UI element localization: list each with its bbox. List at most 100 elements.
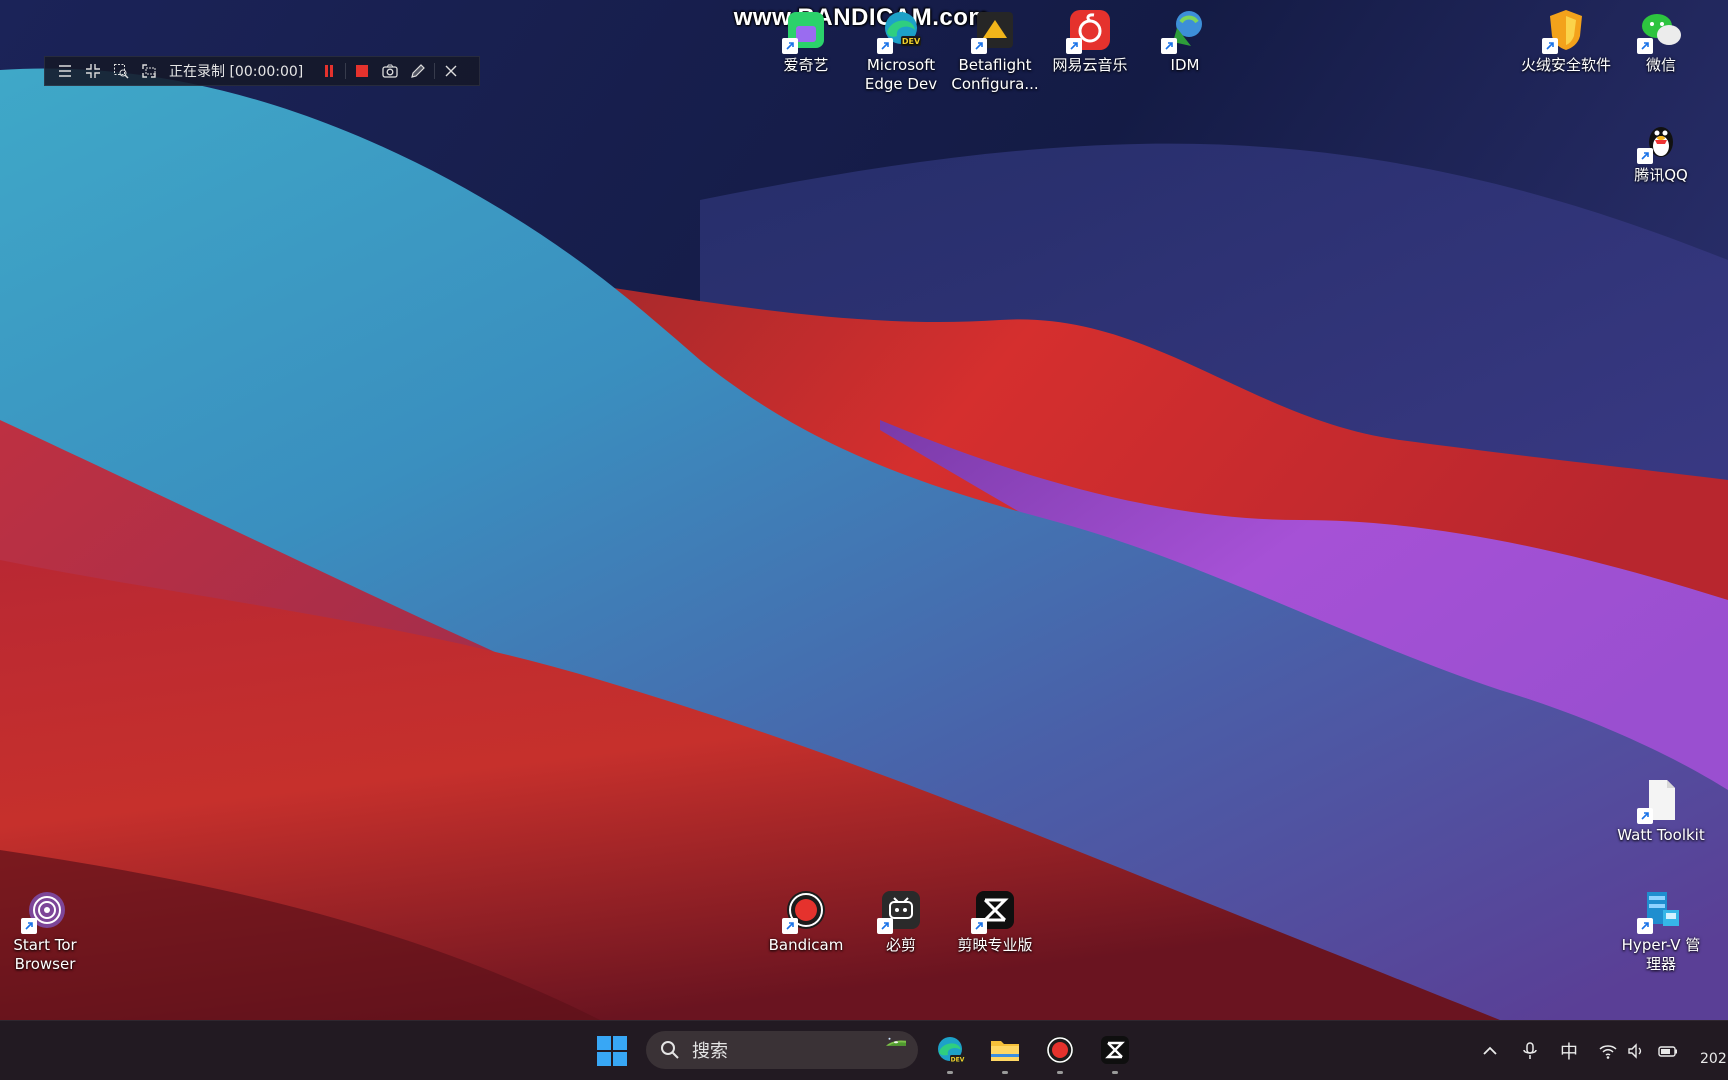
collapse-icon xyxy=(86,64,100,78)
bandicam-icon xyxy=(782,888,828,934)
desktop-icon-jianying[interactable]: 剪映专业版 xyxy=(950,888,1040,955)
taskbar-search[interactable]: 搜索 xyxy=(646,1031,918,1069)
pause-button[interactable] xyxy=(315,57,343,85)
shortcut-arrow-icon xyxy=(782,918,798,934)
file-icon xyxy=(1637,778,1683,824)
running-indicator xyxy=(1002,1071,1008,1074)
shortcut-arrow-icon xyxy=(1637,808,1653,824)
show-hidden-icons-button[interactable] xyxy=(1480,1039,1500,1063)
desktop-icon-label: IDM xyxy=(1170,56,1200,74)
battery-icon xyxy=(1658,1046,1677,1057)
desktop-icon-tor[interactable]: Start Tor Browser xyxy=(0,888,90,974)
shortcut-arrow-icon xyxy=(877,918,893,934)
shortcut-arrow-icon xyxy=(877,38,893,54)
svg-text:DEV: DEV xyxy=(902,37,921,46)
shield-icon xyxy=(1542,8,1588,54)
shortcut-arrow-icon xyxy=(1637,148,1653,164)
running-indicator xyxy=(947,1071,953,1074)
taskbar-bandicam[interactable] xyxy=(1042,1032,1078,1074)
shortcut-arrow-icon xyxy=(21,918,37,934)
stop-button[interactable] xyxy=(348,57,376,85)
desktop-icon-label: Microsoft Edge Dev xyxy=(864,56,938,93)
draw-button[interactable] xyxy=(404,57,432,85)
pencil-icon xyxy=(411,64,426,78)
wifi-icon xyxy=(1599,1045,1617,1059)
taskbar-edge-dev[interactable]: DEV xyxy=(932,1032,968,1074)
desktop-icon-label: 网易云音乐 xyxy=(1052,56,1128,74)
desktop-icon-label: Start Tor Browser xyxy=(13,936,77,973)
bandicam-icon xyxy=(1046,1036,1074,1064)
idm-icon xyxy=(1161,8,1207,54)
taskbar-file-explorer[interactable] xyxy=(987,1032,1023,1074)
pause-icon xyxy=(325,65,334,77)
desktop-icon-betaflight[interactable]: Betaflight Configura... xyxy=(950,8,1040,94)
tor-onion-icon xyxy=(21,888,67,934)
taskbar-clock[interactable]: 202 xyxy=(1700,1051,1727,1067)
edge-dev-icon: DEV xyxy=(938,1037,965,1064)
taskbar-jianying[interactable] xyxy=(1097,1032,1133,1074)
jianying-icon xyxy=(971,888,1017,934)
battery-button[interactable] xyxy=(1658,1039,1678,1063)
shortcut-arrow-icon xyxy=(971,918,987,934)
iqiyi-icon xyxy=(782,8,828,54)
desktop-icon-label: 必剪 xyxy=(885,936,916,954)
shortcut-arrow-icon xyxy=(1066,38,1082,54)
hyperv-icon xyxy=(1637,888,1683,934)
close-toolbar-button[interactable] xyxy=(437,57,465,85)
resize-area-button[interactable] xyxy=(135,57,163,85)
shortcut-arrow-icon xyxy=(1637,38,1653,54)
desktop-icon-wechat[interactable]: 微信 xyxy=(1616,8,1706,75)
menu-icon xyxy=(59,65,71,77)
shortcut-arrow-icon xyxy=(971,38,987,54)
desktop-icon-label: Bandicam xyxy=(768,936,844,954)
folder-icon xyxy=(991,1041,1019,1061)
qq-penguin-icon xyxy=(1637,118,1683,164)
desktop-icon-label: 腾讯QQ xyxy=(1634,166,1688,184)
desktop-icon-label: 爱奇艺 xyxy=(783,56,829,74)
toolbar-separator xyxy=(434,63,436,79)
desktop-icon-edge-dev[interactable]: DEV Microsoft Edge Dev xyxy=(856,8,946,94)
shortcut-arrow-icon xyxy=(782,38,798,54)
start-button[interactable] xyxy=(596,1035,628,1067)
desktop-icon-label: Betaflight Configura... xyxy=(951,56,1039,93)
shortcut-arrow-icon xyxy=(1161,38,1177,54)
input-method-indicator[interactable]: 中 xyxy=(1560,1039,1578,1063)
volume-button[interactable] xyxy=(1626,1039,1646,1063)
desktop-icon-qq[interactable]: 腾讯QQ xyxy=(1616,118,1706,185)
camera-icon xyxy=(382,64,398,78)
collapse-button[interactable] xyxy=(79,57,107,85)
toolbar-separator xyxy=(345,63,347,79)
search-area-icon xyxy=(114,64,129,79)
svg-text:DEV: DEV xyxy=(951,1057,965,1064)
search-icon xyxy=(661,1041,679,1059)
desktop-icon-huorong[interactable]: 火绒安全软件 xyxy=(1521,8,1611,75)
desktop-icon-idm[interactable]: IDM xyxy=(1140,8,1230,75)
screenshot-button[interactable] xyxy=(376,57,404,85)
desktop-icon-label: Watt Toolkit xyxy=(1617,826,1705,844)
desktop-icon-bandicam[interactable]: Bandicam xyxy=(761,888,851,955)
microphone-button[interactable] xyxy=(1520,1039,1540,1063)
desktop-icon-bijian[interactable]: 必剪 xyxy=(856,888,946,955)
shortcut-arrow-icon xyxy=(1637,918,1653,934)
windows-logo-icon xyxy=(597,1036,627,1066)
betaflight-icon xyxy=(971,8,1017,54)
recording-status: 正在录制 [00:00:00] xyxy=(169,64,304,80)
desktop-icon-label: Hyper-V 管 理器 xyxy=(1621,936,1701,973)
microphone-icon xyxy=(1523,1042,1537,1059)
desktop-icon-label: 微信 xyxy=(1645,56,1676,74)
recording-toolbar: 正在录制 [00:00:00] xyxy=(44,56,480,86)
desktop-icon-netease-music[interactable]: 网易云音乐 xyxy=(1045,8,1135,75)
close-icon xyxy=(445,65,457,77)
netease-music-icon xyxy=(1066,8,1112,54)
search-placeholder: 搜索 xyxy=(692,1041,728,1062)
wechat-icon xyxy=(1637,8,1683,54)
desktop-icon-iqiyi[interactable]: 爱奇艺 xyxy=(761,8,851,75)
chevron-up-icon xyxy=(1483,1046,1497,1055)
desktop-icon-watt-toolkit[interactable]: Watt Toolkit xyxy=(1616,778,1706,845)
network-button[interactable] xyxy=(1598,1039,1618,1063)
desktop-icon-hyperv[interactable]: Hyper-V 管 理器 xyxy=(1616,888,1706,974)
menu-button[interactable] xyxy=(51,57,79,85)
jianying-icon xyxy=(1101,1036,1129,1064)
bijian-icon xyxy=(877,888,923,934)
select-area-button[interactable] xyxy=(107,57,135,85)
